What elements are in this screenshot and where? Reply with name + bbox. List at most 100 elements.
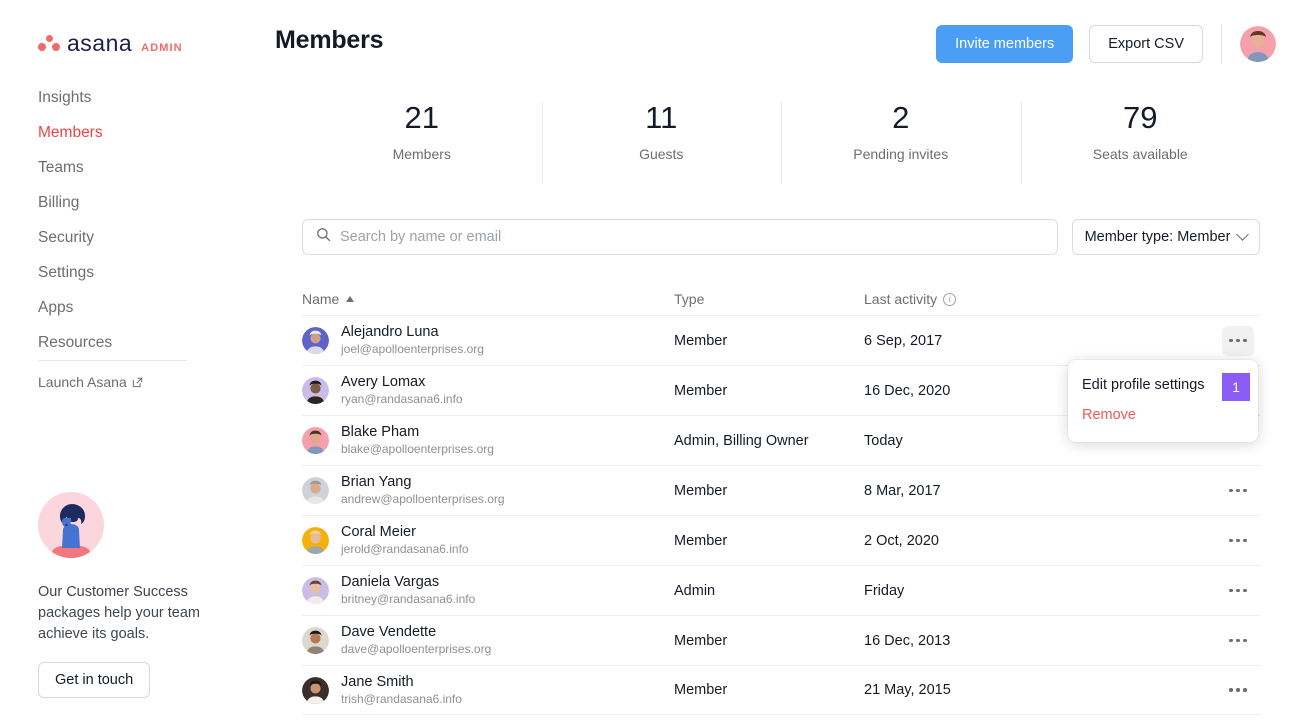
table-row[interactable]: Coral Meier jerold@randasana6.info Member 2… [302, 515, 1260, 565]
column-header-name[interactable]: Name [302, 291, 674, 307]
member-email: britney@randasana6.info [341, 592, 476, 606]
member-email: joel@apolloenterprises.org [341, 342, 484, 356]
member-name-block: Alejandro Luna joel@apolloenterprises.org [341, 324, 484, 357]
avatar [302, 676, 329, 704]
row-more-options-button[interactable] [1222, 675, 1254, 705]
member-name: Jane Smith [341, 673, 414, 690]
avatar [302, 627, 329, 654]
header-actions: Invite members Export CSV [936, 24, 1276, 64]
member-name: Coral Meier [341, 524, 416, 540]
table-row[interactable]: Brian Yang andrew@apolloenterprises.org Me… [302, 465, 1260, 515]
current-user-avatar[interactable] [1240, 26, 1276, 62]
column-header-name-label: Name [302, 291, 340, 307]
member-name: Alejandro Luna [341, 324, 439, 340]
member-last-activity: 2 Oct, 2020 [864, 532, 939, 549]
member-name-block: Brian Yang andrew@apolloenterprises.org [341, 474, 505, 507]
stat-guests-value: 11 [645, 100, 678, 135]
member-last-activity: 6 Sep, 2017 [864, 332, 943, 349]
table-row[interactable]: Daniela Vargas britney@randasana6.info Adm… [302, 565, 1260, 615]
member-name-block: Jane Smith trish@randasana6.info [341, 674, 462, 707]
table-row[interactable]: Alejandro Luna joel@apolloenterprises.org… [302, 315, 1260, 365]
member-identity-cell: Alejandro Luna joel@apolloenterprises.org [302, 324, 674, 357]
stat-guests-label: Guests [639, 146, 684, 162]
launch-asana-link[interactable]: Launch Asana [38, 374, 143, 390]
logo-admin-suffix: ADMIN [141, 41, 183, 54]
member-identity-cell: Coral Meier jerold@randasana6.info [302, 524, 674, 557]
table-row[interactable]: Dave Vendette dave@apolloenterprises.org M… [302, 615, 1260, 665]
member-type: Member [674, 332, 728, 349]
member-type: Member [674, 532, 728, 549]
member-type-filter[interactable]: Member type: Member [1072, 219, 1260, 255]
row-actions-cell [1164, 675, 1260, 705]
member-name: Daniela Vargas [341, 574, 440, 590]
column-header-last-activity: Last activity i [864, 291, 1164, 307]
get-in-touch-button[interactable]: Get in touch [38, 662, 151, 698]
member-identity-cell: Jane Smith trish@randasana6.info [302, 674, 674, 707]
member-last-activity: 16 Dec, 2013 [864, 632, 951, 649]
member-email: blake@apolloenterprises.org [341, 442, 494, 456]
sidebar-item-resources[interactable]: Resources [0, 325, 240, 360]
member-type: Admin [674, 582, 716, 599]
sidebar-item-members[interactable]: Members [0, 115, 240, 150]
sidebar-item-security[interactable]: Security [0, 220, 240, 255]
external-link-icon [132, 377, 143, 388]
sidebar-item-teams[interactable]: Teams [0, 150, 240, 185]
search-input[interactable] [340, 229, 1044, 245]
member-identity-cell: Daniela Vargas britney@randasana6.info [302, 574, 674, 607]
row-actions-cell [1164, 626, 1260, 656]
sidebar-divider [38, 360, 187, 361]
row-more-options-button[interactable] [1222, 526, 1254, 556]
table-header-row: Name Type Last activity i [302, 283, 1260, 315]
avatar [302, 377, 329, 404]
sidebar-nav: Insights Members Teams Billing Security … [0, 80, 240, 360]
sidebar-item-apps[interactable]: Apps [0, 290, 240, 325]
chevron-down-icon [1236, 227, 1250, 241]
info-icon[interactable]: i [943, 292, 957, 306]
member-last-activity: 8 Mar, 2017 [864, 482, 941, 499]
sidebar-item-settings[interactable]: Settings [0, 255, 240, 290]
header-divider [1221, 24, 1222, 64]
member-name-block: Blake Pham blake@apolloenterprises.org [341, 424, 494, 457]
search-field[interactable] [302, 219, 1058, 255]
member-email: trish@randasana6.info [341, 691, 462, 706]
member-name: Dave Vendette [341, 624, 437, 640]
row-more-options-button[interactable] [1222, 325, 1254, 356]
member-last-activity: Friday [864, 582, 905, 599]
member-identity-cell: Blake Pham blake@apolloenterprises.org [302, 424, 674, 457]
row-actions-cell [1164, 526, 1260, 556]
stat-seats-available-label: Seats available [1092, 146, 1188, 162]
avatar [302, 527, 329, 554]
avatar [302, 577, 329, 604]
row-actions-cell [1164, 476, 1260, 506]
launch-asana-label: Launch Asana [38, 374, 127, 390]
member-name: Avery Lomax [341, 374, 426, 390]
sidebar-item-billing[interactable]: Billing [0, 185, 240, 220]
row-more-options-button[interactable] [1222, 576, 1254, 606]
row-actions-cell [1164, 576, 1260, 606]
row-context-menu: Edit profile settings Remove 1 [1068, 360, 1258, 442]
row-more-options-button[interactable] [1222, 626, 1254, 656]
customer-success-illustration [38, 492, 104, 558]
table-row[interactable]: Jane Smith trish@randasana6.info Member 21 … [302, 665, 1260, 715]
menu-item-remove[interactable]: Remove [1068, 400, 1258, 430]
member-type: Member [674, 482, 728, 499]
page-title: Members [275, 26, 384, 54]
sidebar-item-insights[interactable]: Insights [0, 80, 240, 115]
row-more-options-button[interactable] [1222, 476, 1254, 506]
member-email: andrew@apolloenterprises.org [341, 492, 505, 506]
stat-pending-invites-value: 2 [892, 100, 910, 135]
member-last-activity: 21 May, 2015 [864, 682, 951, 698]
search-icon [316, 227, 331, 247]
stat-seats-available: 79 Seats available [1020, 98, 1261, 186]
invite-members-button[interactable]: Invite members [936, 25, 1074, 63]
member-identity-cell: Dave Vendette dave@apolloenterprises.org [302, 624, 674, 657]
export-csv-button[interactable]: Export CSV [1089, 25, 1203, 63]
logo-wordmark: asana [67, 30, 133, 56]
admin-console-page: asana ADMIN Insights Members Teams Billi… [0, 0, 1300, 728]
member-identity-cell: Avery Lomax ryan@randasana6.info [302, 374, 674, 407]
stat-members-value: 21 [404, 100, 439, 135]
asana-admin-logo[interactable]: asana ADMIN [38, 30, 183, 57]
avatar [302, 477, 329, 504]
member-name-block: Daniela Vargas britney@randasana6.info [341, 574, 475, 607]
member-identity-cell: Brian Yang andrew@apolloenterprises.org [302, 474, 674, 507]
